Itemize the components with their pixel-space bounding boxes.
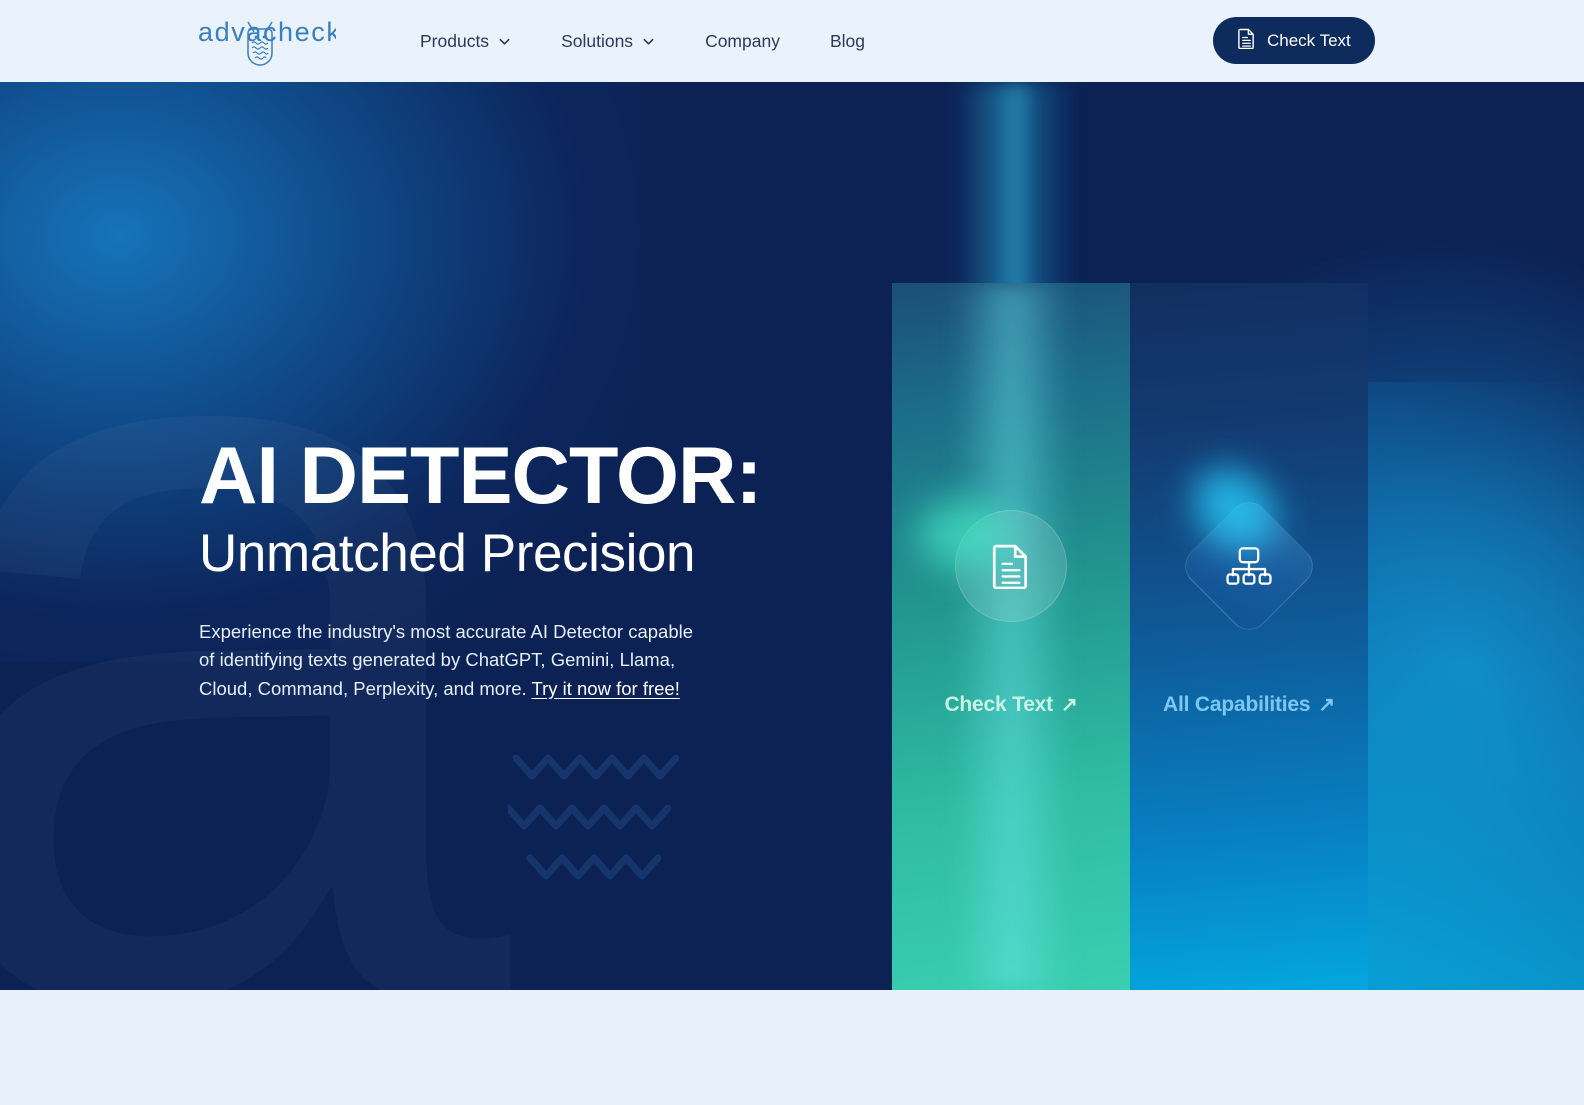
document-icon (992, 544, 1027, 589)
document-icon (1237, 28, 1256, 54)
nav-item-label: Blog (829, 30, 865, 51)
nav-item-company[interactable]: Company (680, 31, 805, 52)
nav-item-solutions[interactable]: Solutions (536, 31, 680, 52)
check-text-button-label: Check Text (1267, 30, 1351, 50)
card-icon-wrap (1130, 451, 1368, 641)
page-title: AI DETECTOR: (199, 431, 763, 521)
nav-item-label: Products (420, 30, 490, 51)
card-label-text: Check Text (944, 693, 1053, 716)
hero-text-block: AI DETECTOR: Unmatched Precision Experie… (199, 431, 859, 703)
wave-pattern-decoration (508, 754, 680, 880)
sitemap-hierarchy-icon (1226, 547, 1272, 585)
hero-card-all-capabilities[interactable]: All Capabilities ↗ (1130, 283, 1368, 990)
card-label-text: All Capabilities (1163, 693, 1311, 716)
svg-text:advacheck: advacheck (198, 17, 336, 47)
hero-section: a AI DETECTOR: Unmatched Precision Exper… (0, 82, 1584, 990)
page-below-fold (0, 990, 1584, 1105)
chevron-down-icon (498, 35, 511, 48)
icon-container-diamond (1176, 451, 1322, 639)
logo[interactable]: advacheck (196, 10, 340, 72)
hero-card-check-text[interactable]: Check Text ↗ (892, 283, 1130, 990)
try-free-link[interactable]: Try it now for free! (531, 678, 679, 699)
nav-item-products[interactable]: Products (420, 31, 536, 52)
check-text-button[interactable]: Check Text (1213, 17, 1375, 64)
icon-container-circle (918, 499, 1067, 622)
hero-description: Experience the industry's most accurate … (199, 618, 711, 702)
owl-shield-logo: advacheck (198, 17, 340, 66)
arrow-up-right-icon: ↗ (1060, 694, 1078, 716)
arrow-up-right-icon: ↗ (1318, 694, 1335, 716)
nav-item-label: Company (705, 30, 780, 51)
chevron-down-icon (642, 35, 655, 48)
site-header: advacheck Products Solutions Company Blo… (0, 0, 1584, 82)
main-navigation: Products Solutions Company Blog (420, 0, 890, 82)
hero-card-check-text-label[interactable]: Check Text ↗ (892, 693, 1130, 717)
background-glow-right-edge (1344, 382, 1584, 990)
hero-card-all-capabilities-label[interactable]: All Capabilities ↗ (1130, 693, 1368, 717)
page-subtitle: Unmatched Precision (199, 524, 696, 584)
card-icon-wrap (892, 491, 1130, 641)
nav-item-blog[interactable]: Blog (805, 31, 890, 52)
nav-item-label: Solutions (561, 30, 634, 51)
